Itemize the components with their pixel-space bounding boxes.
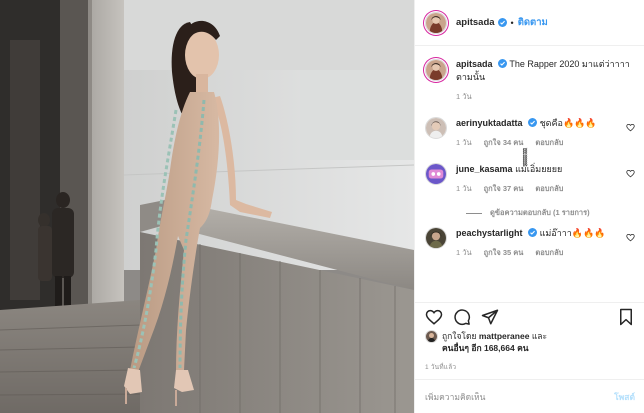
avatar-image (426, 60, 446, 80)
comment-age[interactable]: 1 วัน (456, 182, 472, 195)
verified-badge-icon (528, 228, 538, 237)
avatar-image (426, 164, 446, 184)
verified-badge-icon (498, 59, 508, 68)
separator-dot: • (510, 17, 514, 28)
likes-prefix: ถูกใจโดย (442, 331, 477, 341)
commenter-avatar[interactable] (425, 227, 447, 249)
comment-item: june_kasama แม๊๊๊๊๊๊๊๊๊เอิ่มยยยย 1 วัน ถ… (425, 163, 635, 195)
reply-button[interactable]: ตอบกลับ (535, 246, 563, 259)
comment-meta: 1 วัน ถูกใจ 34 คน ตอบกลับ (456, 136, 621, 149)
comment-username[interactable]: aerinyuktadatta (456, 118, 523, 128)
liker-username[interactable]: mattperanee (479, 331, 530, 341)
avatar-image (426, 12, 446, 33)
post-caption: apitsada The Rapper 2020 มาแต่ว่าาาา ตาม… (425, 47, 635, 103)
avatar-image (426, 331, 437, 342)
like-comment-heart-icon[interactable] (626, 123, 635, 132)
follow-button[interactable]: ติดตาม (518, 15, 548, 30)
caption-username[interactable]: apitsada (456, 59, 493, 69)
comment-meta: 1 วัน ถูกใจ 37 คน ตอบกลับ (456, 182, 621, 195)
likes-summary: ถูกใจโดย mattperanee และ คนอื่นๆ อีก 168… (425, 330, 635, 354)
comment-icon[interactable] (453, 308, 471, 326)
comment-age[interactable]: 1 วัน (456, 246, 472, 259)
post-comment-button[interactable]: โพสต์ (614, 390, 635, 404)
add-comment-bar: โพสต์ (415, 379, 644, 413)
like-comment-heart-icon[interactable] (626, 233, 635, 242)
post-sidebar: apitsada • ติดตาม apitsada The Rapper 20… (414, 0, 644, 413)
comment-body: aerinyuktadatta ชุดคือ🔥🔥🔥 1 วัน ถูกใจ 34… (456, 117, 635, 149)
post-timestamp[interactable]: 1 วันที่แล้ว (425, 362, 456, 372)
comment-text: ชุดคือ🔥🔥🔥 (539, 118, 597, 128)
likes-unit: คน (517, 343, 529, 353)
likes-count: 168,664 (483, 343, 515, 353)
verified-badge-icon (528, 118, 538, 127)
comment-text: แม่อ๊าาา🔥🔥🔥 (539, 228, 606, 238)
caption-age[interactable]: 1 วัน (456, 90, 472, 103)
comment-item: peachystarlight แม่อ๊าาา🔥🔥🔥 1 วัน ถูกใจ … (425, 227, 635, 259)
share-icon[interactable] (481, 308, 499, 326)
comment-body: peachystarlight แม่อ๊าาา🔥🔥🔥 1 วัน ถูกใจ … (456, 227, 635, 259)
post-photo[interactable] (0, 0, 414, 413)
author-username[interactable]: apitsada (456, 17, 495, 28)
avatar-image (426, 228, 446, 248)
replies-divider (466, 212, 482, 214)
comment-age[interactable]: 1 วัน (456, 136, 472, 149)
like-comment-heart-icon[interactable] (626, 169, 635, 178)
comment-input[interactable] (425, 391, 615, 402)
commenter-avatar[interactable] (425, 163, 447, 185)
liker-avatar[interactable] (425, 330, 438, 343)
verified-badge-icon (497, 18, 507, 27)
likes-text: ถูกใจโดย mattperanee และ คนอื่นๆ อีก 168… (442, 330, 547, 354)
comment-body: june_kasama แม๊๊๊๊๊๊๊๊๊เอิ่มยยยย 1 วัน ถ… (456, 163, 635, 195)
comment-likes[interactable]: ถูกใจ 35 คน (484, 246, 524, 259)
comments-list[interactable]: apitsada The Rapper 2020 มาแต่ว่าาาา ตาม… (415, 47, 644, 315)
likes-others[interactable]: คนอื่นๆ อีก 168,664 คน (442, 343, 529, 353)
bookmark-icon[interactable] (617, 308, 635, 326)
avatar-image (426, 118, 446, 138)
comment-text: แม๊๊๊๊๊๊๊๊๊เอิ่มยยยย (515, 164, 563, 174)
reply-button[interactable]: ตอบกลับ (535, 136, 563, 149)
commenter-avatar[interactable] (425, 117, 447, 139)
heart-icon[interactable] (425, 308, 443, 326)
comment-item: aerinyuktadatta ชุดคือ🔥🔥🔥 1 วัน ถูกใจ 34… (425, 117, 635, 149)
view-replies-label: ดูข้อความตอบกลับ (1 รายการ) (490, 208, 590, 217)
action-bar (415, 302, 644, 330)
comment-likes[interactable]: ถูกใจ 34 คน (484, 136, 524, 149)
comment-username[interactable]: june_kasama (456, 164, 513, 174)
comment-meta: 1 วัน ถูกใจ 35 คน ตอบกลับ (456, 246, 621, 259)
comment-username[interactable]: peachystarlight (456, 228, 523, 238)
photo-illustration (0, 0, 414, 413)
caption-avatar[interactable] (425, 59, 447, 81)
caption-body: apitsada The Rapper 2020 มาแต่ว่าาาา ตาม… (456, 58, 635, 103)
reply-button[interactable]: ตอบกลับ (535, 182, 563, 195)
caption-meta: 1 วัน (456, 90, 635, 103)
view-replies-button[interactable]: ดูข้อความตอบกลับ (1 รายการ) (466, 207, 635, 219)
author-avatar[interactable] (425, 11, 447, 34)
post-header: apitsada • ติดตาม (415, 0, 644, 46)
likes-others-label: คนอื่นๆ อีก (442, 343, 482, 353)
comment-likes[interactable]: ถูกใจ 37 คน (484, 182, 524, 195)
likes-and: และ (531, 331, 548, 341)
